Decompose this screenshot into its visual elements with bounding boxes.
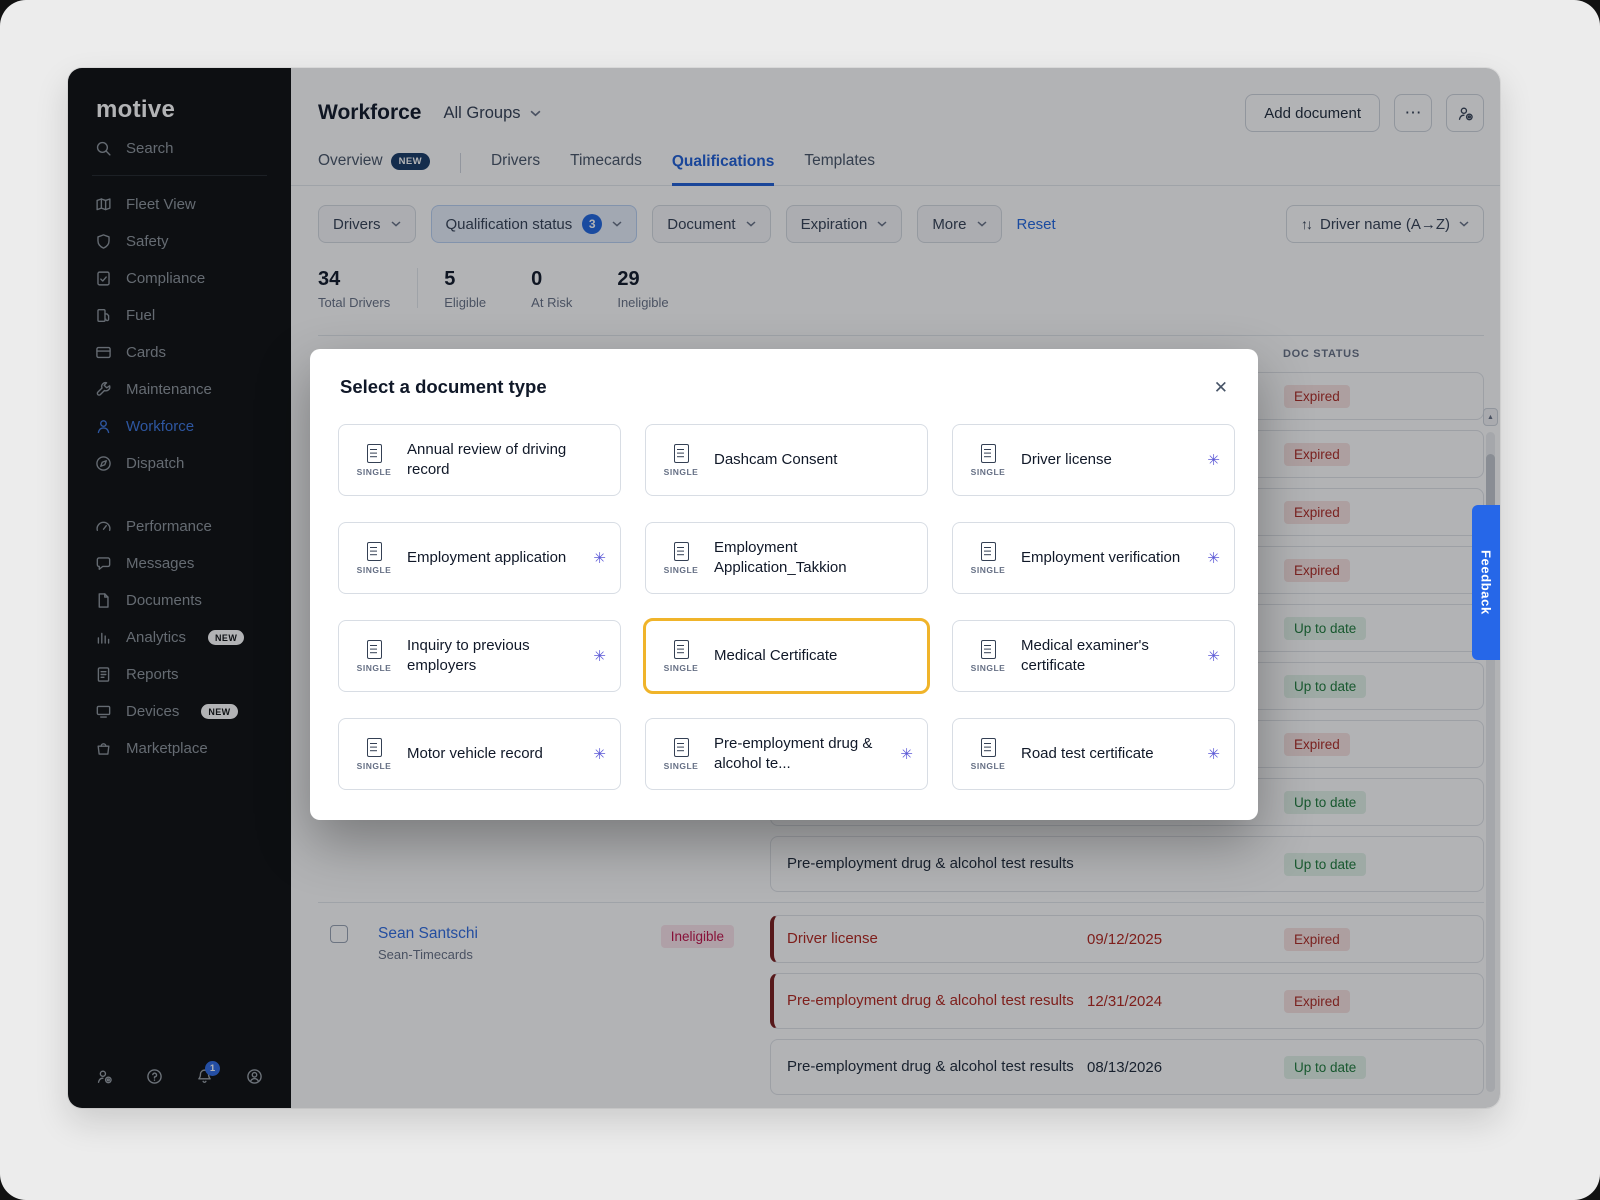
document-type-card-medical-certificate[interactable]: SINGLE Medical Certificate [643, 618, 930, 694]
single-badge: SINGLE [357, 565, 392, 575]
document-type-label: Road test certificate [1011, 744, 1203, 764]
required-asterisk-icon: ✳ [1203, 745, 1224, 763]
document-type-card-medical-examiners-certificate[interactable]: SINGLE Medical examiner's certificate ✳ [952, 620, 1235, 692]
modal-header: Select a document type ✕ [310, 349, 1258, 406]
document-type-card-pre-employment-drug-alcohol-test[interactable]: SINGLE Pre-employment drug & alcohol te.… [645, 718, 928, 790]
feedback-tab[interactable]: Feedback [1472, 505, 1500, 660]
document-type-icon-wrap: SINGLE [965, 640, 1011, 673]
document-type-card-employment-application[interactable]: SINGLE Employment application ✳ [338, 522, 621, 594]
single-badge: SINGLE [971, 565, 1006, 575]
single-badge: SINGLE [664, 761, 699, 771]
document-type-card-dashcam-consent[interactable]: SINGLE Dashcam Consent [645, 424, 928, 496]
screenshot-canvas: motive Search Fleet View Safety Complian… [0, 0, 1600, 1200]
document-type-icon-wrap: SINGLE [658, 444, 704, 477]
document-icon [674, 640, 689, 659]
required-asterisk-icon: ✳ [1203, 451, 1224, 469]
document-type-label: Dashcam Consent [704, 450, 917, 470]
document-type-icon-wrap: SINGLE [351, 738, 397, 771]
document-type-label: Employment application [397, 548, 589, 568]
document-icon [981, 444, 996, 463]
document-type-card-road-test-certificate[interactable]: SINGLE Road test certificate ✳ [952, 718, 1235, 790]
document-type-label: Driver license [1011, 450, 1203, 470]
document-icon [674, 738, 689, 757]
document-type-grid: SINGLE Annual review of driving record S… [310, 406, 1258, 820]
document-icon [367, 444, 382, 463]
document-icon [367, 640, 382, 659]
single-badge: SINGLE [664, 565, 699, 575]
required-asterisk-icon: ✳ [1203, 549, 1224, 567]
single-badge: SINGLE [971, 761, 1006, 771]
document-type-label: Inquiry to previous employers [397, 636, 589, 677]
document-type-icon-wrap: SINGLE [351, 444, 397, 477]
document-type-label: Motor vehicle record [397, 744, 589, 764]
document-icon [367, 738, 382, 757]
single-badge: SINGLE [971, 663, 1006, 673]
required-asterisk-icon: ✳ [589, 745, 610, 763]
document-type-label: Medical Certificate [704, 646, 917, 666]
document-type-icon-wrap: SINGLE [658, 542, 704, 575]
document-type-card-inquiry-previous-employers[interactable]: SINGLE Inquiry to previous employers ✳ [338, 620, 621, 692]
single-badge: SINGLE [357, 761, 392, 771]
document-icon [674, 542, 689, 561]
document-type-icon-wrap: SINGLE [965, 542, 1011, 575]
document-type-label: Employment verification [1011, 548, 1203, 568]
single-badge: SINGLE [357, 467, 392, 477]
document-icon [981, 542, 996, 561]
document-type-icon-wrap: SINGLE [351, 542, 397, 575]
document-type-icon-wrap: SINGLE [965, 444, 1011, 477]
app-window: motive Search Fleet View Safety Complian… [68, 68, 1500, 1108]
required-asterisk-icon: ✳ [1203, 647, 1224, 665]
document-icon [981, 738, 996, 757]
document-type-card-employment-verification[interactable]: SINGLE Employment verification ✳ [952, 522, 1235, 594]
document-type-card-motor-vehicle-record[interactable]: SINGLE Motor vehicle record ✳ [338, 718, 621, 790]
document-type-label: Employment Application_Takkion [704, 538, 917, 579]
single-badge: SINGLE [971, 467, 1006, 477]
document-type-card-employment-application-takkion[interactable]: SINGLE Employment Application_Takkion [645, 522, 928, 594]
required-asterisk-icon: ✳ [896, 745, 917, 763]
document-type-icon-wrap: SINGLE [965, 738, 1011, 771]
document-icon [367, 542, 382, 561]
modal-title: Select a document type [340, 376, 547, 398]
required-asterisk-icon: ✳ [589, 549, 610, 567]
document-type-card-annual-review[interactable]: SINGLE Annual review of driving record [338, 424, 621, 496]
select-document-type-modal: Select a document type ✕ SINGLE Annual r… [310, 349, 1258, 820]
document-icon [674, 444, 689, 463]
required-asterisk-icon: ✳ [589, 647, 610, 665]
document-type-card-driver-license[interactable]: SINGLE Driver license ✳ [952, 424, 1235, 496]
document-icon [981, 640, 996, 659]
document-type-label: Pre-employment drug & alcohol te... [704, 734, 896, 775]
document-type-label: Medical examiner's certificate [1011, 636, 1203, 677]
document-type-icon-wrap: SINGLE [658, 640, 704, 673]
close-icon[interactable]: ✕ [1214, 379, 1228, 396]
document-type-icon-wrap: SINGLE [351, 640, 397, 673]
single-badge: SINGLE [664, 467, 699, 477]
single-badge: SINGLE [357, 663, 392, 673]
document-type-label: Annual review of driving record [397, 440, 610, 481]
single-badge: SINGLE [664, 663, 699, 673]
document-type-icon-wrap: SINGLE [658, 738, 704, 771]
